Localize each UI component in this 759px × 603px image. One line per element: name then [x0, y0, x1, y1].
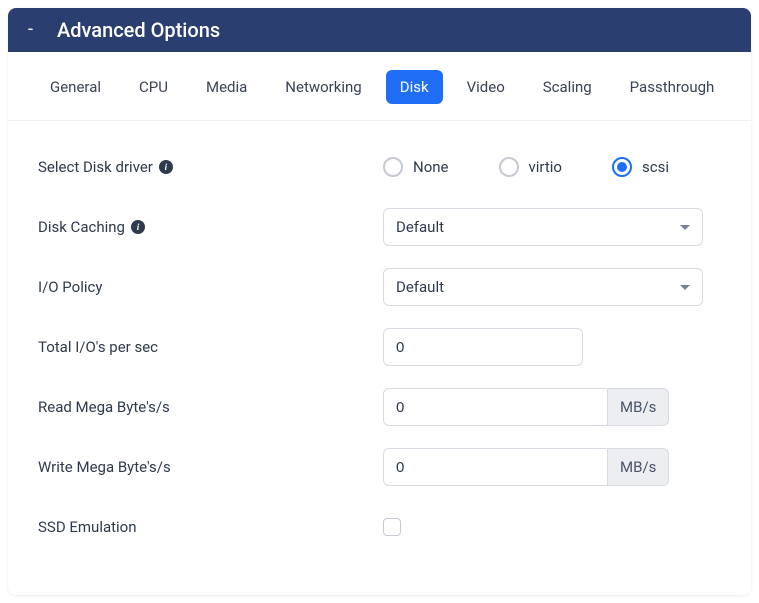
label-col: Disk Caching i	[38, 218, 383, 236]
label-col: Read Mega Byte's/s	[38, 398, 383, 416]
unit-suffix: MB/s	[607, 448, 669, 486]
control-col	[383, 518, 721, 536]
control-col: MB/s	[383, 448, 721, 486]
row-read-mbs: Read Mega Byte's/s MB/s	[38, 385, 721, 429]
radio-label: virtio	[529, 158, 562, 176]
control-col: Default	[383, 268, 721, 306]
total-iops-label: Total I/O's per sec	[38, 338, 158, 356]
form-area: Select Disk driver i None virtio	[8, 121, 751, 549]
radio-dot-icon	[617, 162, 627, 172]
label-col: Total I/O's per sec	[38, 338, 383, 356]
panel-body: General CPU Media Networking Disk Video …	[8, 52, 751, 595]
radio-scsi[interactable]: scsi	[612, 157, 669, 177]
read-mbs-label: Read Mega Byte's/s	[38, 398, 170, 416]
disk-caching-label: Disk Caching	[38, 218, 125, 236]
ssd-emulation-label: SSD Emulation	[38, 518, 137, 536]
select-value: Default	[396, 278, 444, 296]
disk-driver-radio-group: None virtio scsi	[383, 157, 669, 177]
label-col: Write Mega Byte's/s	[38, 458, 383, 476]
io-policy-select[interactable]: Default	[383, 268, 703, 306]
info-icon[interactable]: i	[131, 220, 145, 234]
row-disk-caching: Disk Caching i Default	[38, 205, 721, 249]
total-iops-input[interactable]	[383, 328, 583, 366]
row-disk-driver: Select Disk driver i None virtio	[38, 145, 721, 189]
radio-none[interactable]: None	[383, 157, 449, 177]
chevron-down-icon	[680, 225, 690, 230]
panel-header: - Advanced Options	[8, 8, 751, 52]
advanced-options-panel: - Advanced Options General CPU Media Net…	[8, 8, 751, 595]
radio-label: None	[413, 158, 449, 176]
ssd-emulation-checkbox[interactable]	[383, 518, 401, 536]
control-col: MB/s	[383, 388, 721, 426]
tabs-bar: General CPU Media Networking Disk Video …	[8, 52, 751, 121]
write-mbs-group: MB/s	[383, 448, 583, 486]
radio-circle-icon	[383, 157, 403, 177]
label-col: I/O Policy	[38, 278, 383, 296]
tab-scaling[interactable]: Scaling	[529, 70, 606, 104]
tab-cpu[interactable]: CPU	[125, 70, 182, 104]
row-io-policy: I/O Policy Default	[38, 265, 721, 309]
disk-driver-label: Select Disk driver	[38, 158, 153, 176]
info-icon[interactable]: i	[159, 160, 173, 174]
label-col: Select Disk driver i	[38, 158, 383, 176]
control-col: None virtio scsi	[383, 157, 721, 177]
tab-video[interactable]: Video	[453, 70, 519, 104]
collapse-toggle[interactable]: -	[28, 21, 33, 39]
read-mbs-group: MB/s	[383, 388, 583, 426]
io-policy-label: I/O Policy	[38, 278, 102, 296]
row-ssd-emulation: SSD Emulation	[38, 505, 721, 549]
panel-title: Advanced Options	[57, 18, 220, 42]
control-col	[383, 328, 721, 366]
disk-caching-select[interactable]: Default	[383, 208, 703, 246]
label-col: SSD Emulation	[38, 518, 383, 536]
select-value: Default	[396, 218, 444, 236]
tab-disk[interactable]: Disk	[386, 70, 443, 104]
tab-networking[interactable]: Networking	[271, 70, 375, 104]
row-write-mbs: Write Mega Byte's/s MB/s	[38, 445, 721, 489]
radio-label: scsi	[642, 158, 669, 176]
chevron-down-icon	[680, 285, 690, 290]
tab-general[interactable]: General	[36, 70, 115, 104]
radio-circle-icon	[612, 157, 632, 177]
tab-media[interactable]: Media	[192, 70, 261, 104]
unit-suffix: MB/s	[607, 388, 669, 426]
tab-passthrough[interactable]: Passthrough	[616, 70, 729, 104]
radio-circle-icon	[499, 157, 519, 177]
read-mbs-input[interactable]	[383, 388, 607, 426]
radio-virtio[interactable]: virtio	[499, 157, 562, 177]
control-col: Default	[383, 208, 721, 246]
write-mbs-label: Write Mega Byte's/s	[38, 458, 171, 476]
row-total-iops: Total I/O's per sec	[38, 325, 721, 369]
write-mbs-input[interactable]	[383, 448, 607, 486]
